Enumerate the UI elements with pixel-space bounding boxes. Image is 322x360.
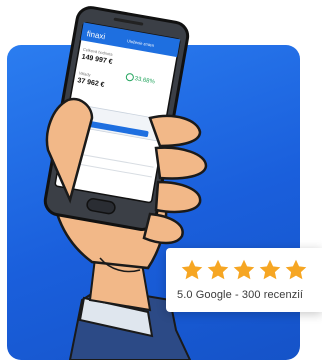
google-rating-card: 5.0 Google - 300 recenzií <box>166 248 322 312</box>
finger-3 <box>154 180 202 214</box>
star-icon <box>259 259 281 280</box>
finger-4 <box>142 212 184 245</box>
star-icon <box>207 259 229 280</box>
star-icon <box>181 259 203 280</box>
hero-visual: finaxi Uloženie zmien Celková hodnota 14… <box>0 0 322 360</box>
star-icon <box>285 259 307 280</box>
rating-stars <box>180 258 308 282</box>
finger-1 <box>148 114 202 148</box>
rating-text: 5.0 Google - 300 recenzií <box>177 289 304 301</box>
finger-2 <box>154 146 208 180</box>
star-icon <box>233 259 255 280</box>
